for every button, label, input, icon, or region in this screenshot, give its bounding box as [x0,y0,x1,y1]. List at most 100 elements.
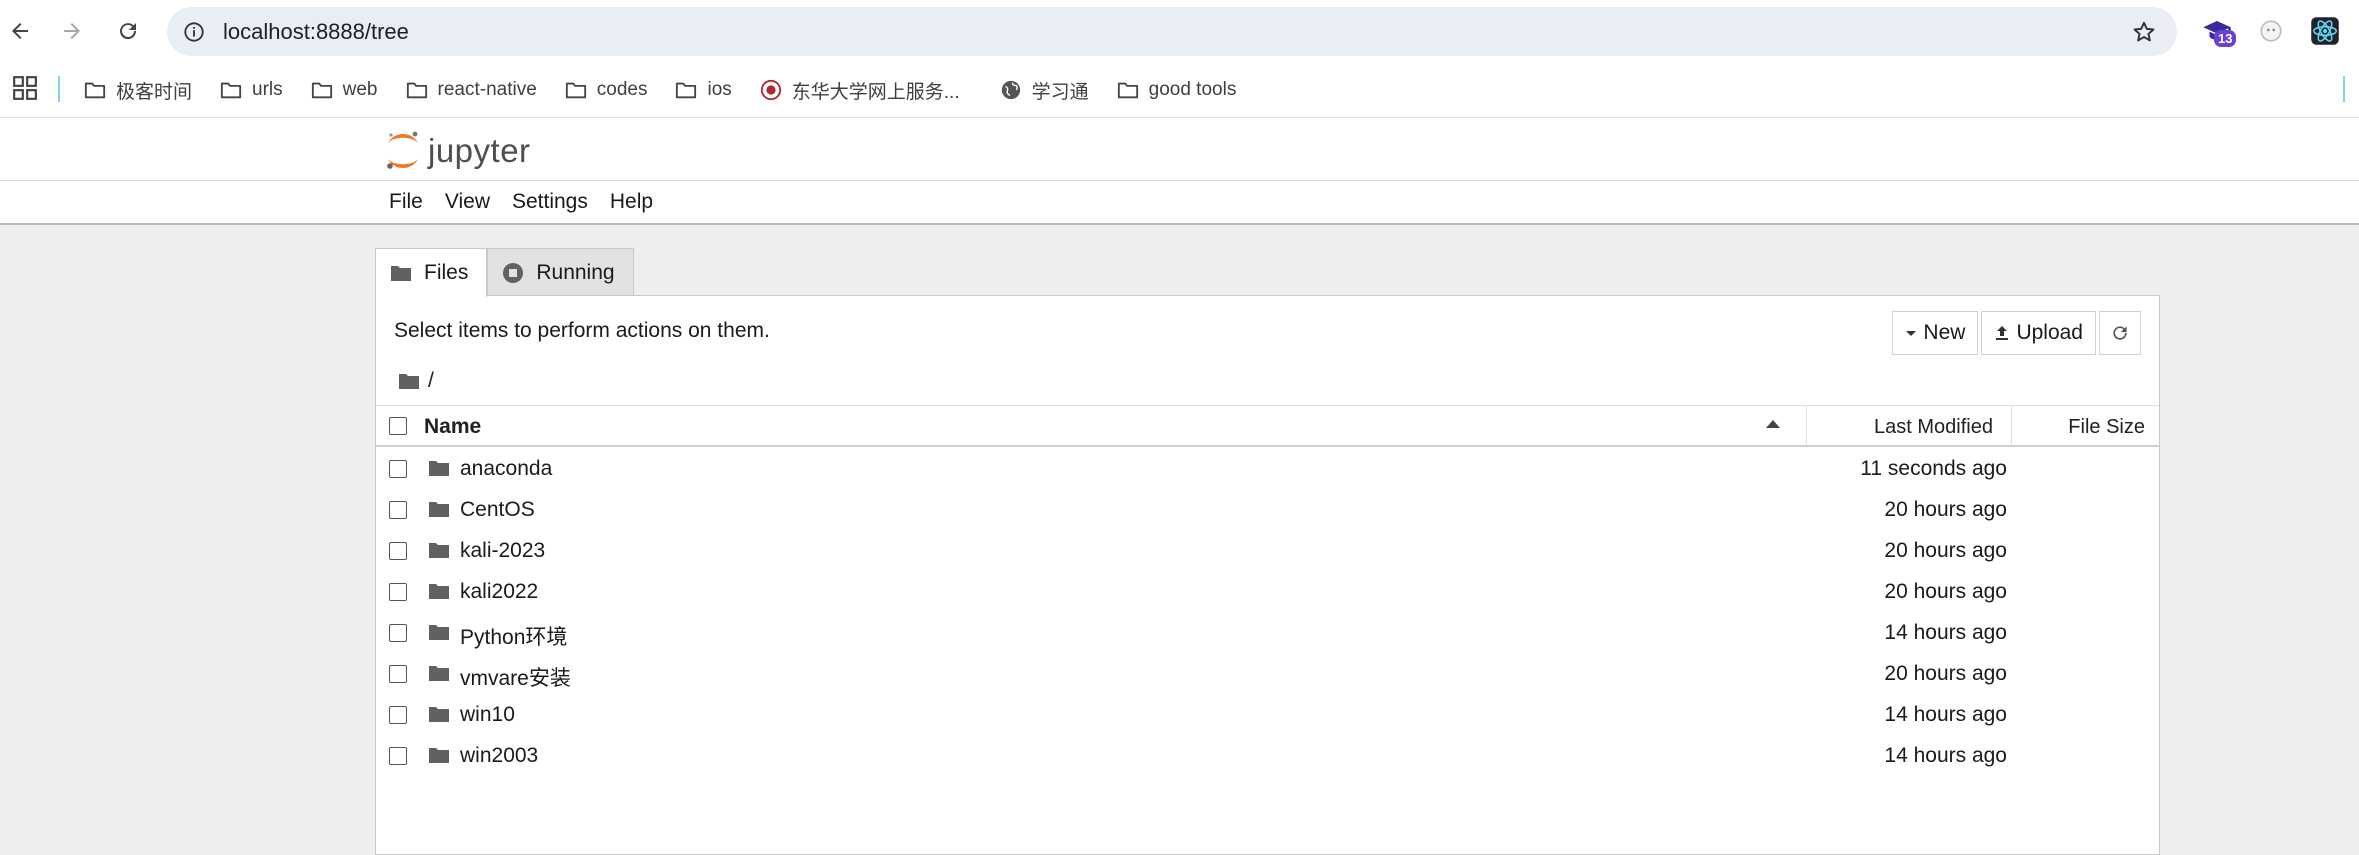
folder-icon [220,82,242,99]
sort-ascending-icon[interactable] [1766,420,1780,428]
tab-files-label: Files [424,261,469,284]
file-row[interactable]: win2003 14 hours ago [376,736,2159,777]
file-row[interactable]: kali2022 20 hours ago [376,572,2159,613]
bookmark-star-icon[interactable] [2129,17,2159,47]
folder-icon [429,748,449,763]
bookmark-label: urls [252,79,283,100]
file-last-modified: 20 hours ago [1884,539,2007,562]
bookmark-item[interactable]: good tools [1117,72,1249,108]
file-name[interactable]: kali-2023 [460,539,545,563]
url-text[interactable]: localhost:8888/tree [223,19,409,45]
file-row[interactable]: anaconda 11 seconds ago [376,449,2159,490]
menu-item-settings[interactable]: Settings [501,186,599,218]
folder-icon [391,266,411,281]
back-arrow-icon [12,23,28,39]
row-folder-icon [428,459,450,482]
address-bar[interactable]: localhost:8888/tree [167,7,2177,56]
row-folder-icon [428,664,450,687]
row-folder-icon [428,541,450,564]
row-checkbox[interactable] [389,460,407,478]
bookmark-item[interactable]: 学习通 [1000,72,1101,108]
extension-cloud[interactable] [2254,14,2288,48]
bookmark-item[interactable]: react-native [406,72,549,108]
folder-icon [429,543,449,558]
file-last-modified: 20 hours ago [1884,580,2007,603]
file-name[interactable]: vmvare安装 [460,662,571,692]
row-checkbox[interactable] [389,624,407,642]
file-name[interactable]: win10 [460,703,515,727]
folder-icon [429,461,449,476]
bookmark-label: 极客时间 [116,81,193,103]
bookmark-item[interactable]: urls [220,72,295,108]
menu-item-view[interactable]: View [434,186,501,218]
file-name[interactable]: Python环境 [460,621,567,651]
file-last-modified: 14 hours ago [1884,703,2007,726]
breadcrumb-root[interactable]: / [428,369,434,393]
file-row[interactable]: Python环境 14 hours ago [376,613,2159,654]
extension-graduation-cap[interactable]: 13 [2200,14,2237,48]
row-checkbox[interactable] [389,747,407,765]
file-row[interactable]: kali-2023 20 hours ago [376,531,2159,572]
bookmark-item[interactable]: codes [565,72,660,108]
file-actions: New Upload [1889,311,2141,355]
folder-icon [429,502,449,517]
forward-button[interactable] [52,11,92,51]
extension-react-devtools[interactable] [2308,14,2342,48]
jupyter-menubar: File View Settings Help [0,181,2359,225]
row-checkbox[interactable] [389,706,407,724]
row-checkbox[interactable] [389,583,407,601]
folder-icon [429,584,449,599]
cloud-face-icon [2260,20,2282,42]
new-button[interactable]: New [1892,311,1979,355]
file-last-modified: 20 hours ago [1884,498,2007,521]
file-name[interactable]: kali2022 [460,580,538,604]
bookmark-item[interactable]: 东华大学网上服务... [760,72,972,108]
row-checkbox[interactable] [389,501,407,519]
upload-button[interactable]: Upload [1981,311,2096,355]
refresh-button[interactable] [2099,311,2141,355]
folder-icon[interactable] [398,372,420,390]
bookmark-item[interactable]: web [311,72,390,108]
bookmark-item[interactable]: ios [675,72,743,108]
column-header-file-size[interactable]: File Size [2012,416,2159,439]
tab-running-label: Running [536,261,615,284]
row-folder-icon [428,623,450,646]
menu-item-help[interactable]: Help [599,186,664,218]
bookmark-label: 学习通 [1031,81,1089,103]
reload-button[interactable] [108,11,148,51]
file-row[interactable]: vmvare安装 20 hours ago [376,654,2159,695]
upload-icon [1996,326,2009,340]
row-checkbox[interactable] [389,542,407,560]
menu-list: File View Settings Help [378,181,664,223]
menu-item-file[interactable]: File [378,186,434,218]
apps-grid-icon[interactable] [12,75,40,103]
column-header-last-modified[interactable]: Last Modified [1806,416,2011,439]
row-folder-icon [428,582,450,605]
site-info-icon[interactable] [179,17,209,47]
row-checkbox[interactable] [389,665,407,683]
folder-icon [429,707,449,722]
column-header-name[interactable]: Name [424,415,481,439]
breadcrumb: / [398,366,434,396]
bookmark-label: good tools [1148,79,1237,100]
file-name[interactable]: anaconda [460,457,552,481]
folder-icon [676,82,697,99]
jupyter-logo[interactable]: jupyter [386,129,531,173]
file-row[interactable]: CentOS 20 hours ago [376,490,2159,531]
file-list: anaconda 11 seconds ago CentOS 20 hours ago… [376,449,2159,777]
select-all-checkbox[interactable] [389,417,407,435]
file-last-modified: 11 seconds ago [1860,457,2007,480]
jupyter-header: jupyter [0,118,2359,181]
folder-icon [406,82,427,99]
tab-running[interactable]: Running [487,248,634,297]
bookmark-label: 东华大学网上服务... [791,81,960,103]
row-folder-icon [428,500,450,523]
folder-icon [1117,82,1138,99]
new-button-label: New [1923,321,1966,344]
file-row[interactable]: win10 14 hours ago [376,695,2159,736]
file-name[interactable]: win2003 [460,744,538,768]
tab-files[interactable]: Files [375,248,488,297]
file-name[interactable]: CentOS [460,498,535,522]
back-button[interactable] [0,11,40,51]
bookmark-item[interactable]: 极客时间 [84,72,204,108]
